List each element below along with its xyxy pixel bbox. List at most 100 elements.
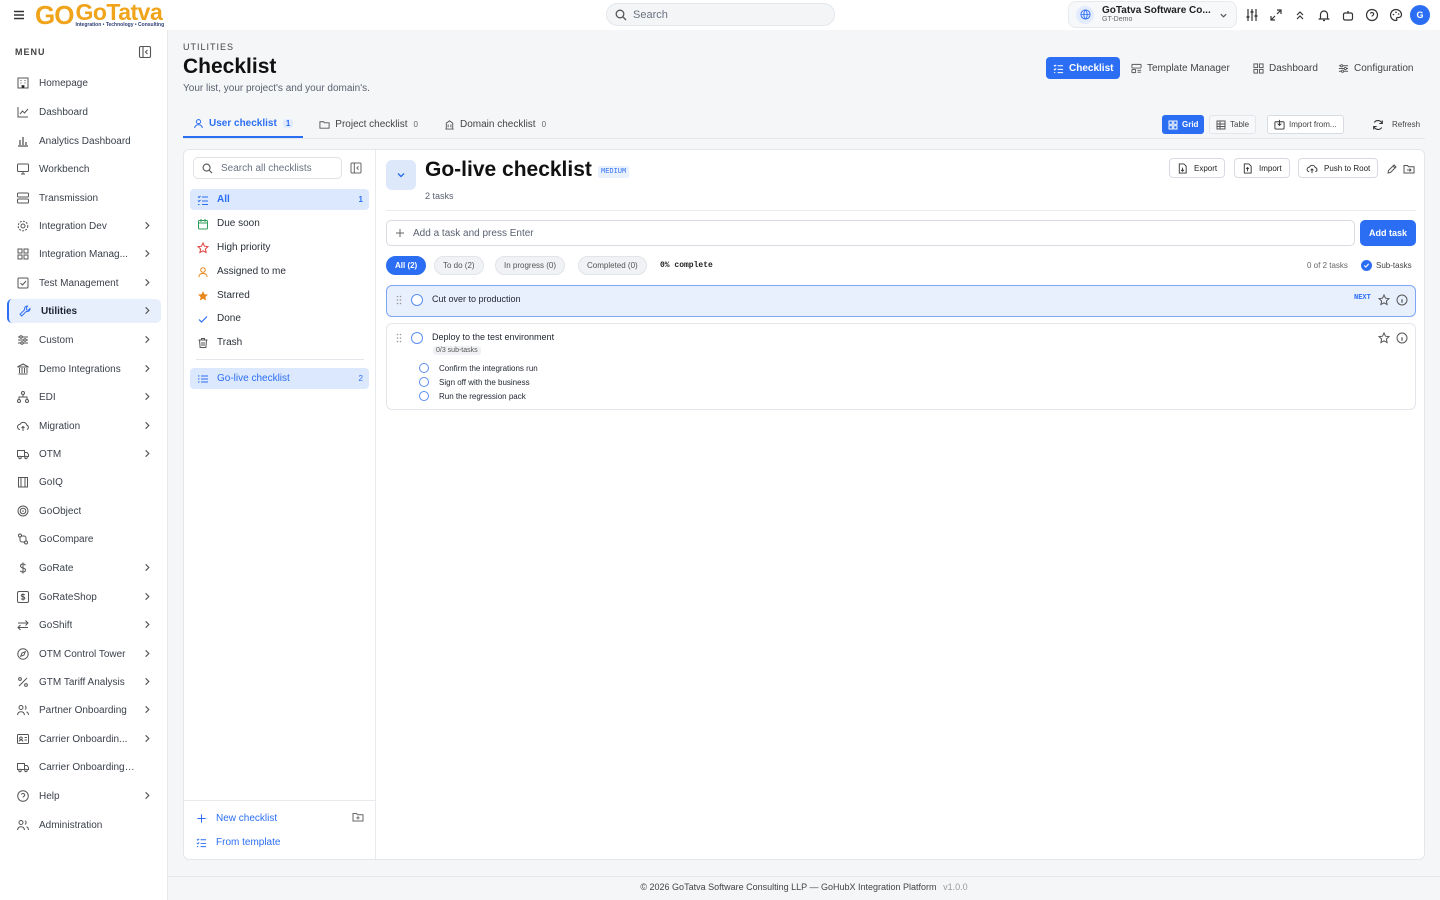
task-checkbox[interactable] <box>411 294 423 306</box>
task-filter-all[interactable]: All (2) <box>386 256 427 275</box>
sidebar-item-goshift[interactable]: GoShift <box>7 613 161 637</box>
subtasks-toggle[interactable]: Sub-tasks <box>1361 260 1412 271</box>
task-row[interactable]: Deploy to the test environment 0/3 sub-t… <box>386 323 1416 410</box>
task-filter-todo[interactable]: To do (2) <box>434 256 484 275</box>
info-icon[interactable] <box>1396 332 1408 344</box>
filter-done[interactable]: Done <box>190 308 369 329</box>
sidebar-item-gorateshop[interactable]: GoRateShop <box>7 585 161 609</box>
filter-high-priority[interactable]: High priority <box>190 237 369 258</box>
sidebar-item-help[interactable]: Help <box>7 784 161 808</box>
task-title[interactable]: Cut over to production <box>432 294 521 304</box>
subtask-checkbox[interactable] <box>419 377 429 387</box>
sidebar-item-goobject[interactable]: GoObject <box>7 499 161 523</box>
subtask-checkbox[interactable] <box>419 363 429 373</box>
subtask-label[interactable]: Sign off with the business <box>439 378 530 387</box>
filter-due-soon[interactable]: Due soon <box>190 213 369 234</box>
push-to-root-label: Push to Root <box>1324 163 1371 173</box>
task-filter-in-progress[interactable]: In progress (0) <box>495 256 566 275</box>
filter-starred[interactable]: Starred <box>190 285 369 306</box>
logo[interactable]: GO GoTatva Integration • Technology • Co… <box>35 0 164 30</box>
sidebar-item-homepage[interactable]: Homepage <box>7 71 161 95</box>
dollar-square-icon <box>15 589 31 605</box>
sliders-icon[interactable] <box>1245 8 1259 22</box>
sidebar-item-gocompare[interactable]: GoCompare <box>7 527 161 551</box>
subtask-label[interactable]: Run the regression pack <box>439 392 526 401</box>
sidebar-item-utilities[interactable]: Utilities <box>7 299 161 323</box>
refresh-button[interactable]: Refresh <box>1366 115 1426 134</box>
help-icon[interactable] <box>1365 8 1379 22</box>
task-row[interactable]: Cut over to production NEXT <box>386 285 1416 317</box>
view-table-button[interactable]: Table <box>1209 115 1257 134</box>
star-icon[interactable] <box>1378 294 1390 306</box>
checklist-item-go-live[interactable]: Go-live checklist 2 <box>190 368 369 389</box>
import-from-button[interactable]: Import from... <box>1267 115 1344 134</box>
palette-icon[interactable] <box>1389 8 1403 22</box>
drag-handle-icon[interactable] <box>396 333 402 343</box>
checklist-search-input[interactable]: Search all checklists <box>193 157 342 179</box>
from-template-button[interactable]: From template <box>196 833 280 851</box>
sidebar-item-carrier-onboarding-po[interactable]: Carrier Onboarding Po... <box>7 755 161 779</box>
filter-assigned-to-me[interactable]: Assigned to me <box>190 261 369 282</box>
new-checklist-button[interactable]: New checklist <box>196 809 277 827</box>
sidebar-item-dashboard[interactable]: Dashboard <box>7 100 161 124</box>
filter-trash[interactable]: Trash <box>190 332 369 353</box>
chevrons-up-icon[interactable] <box>1293 8 1307 22</box>
list-icon <box>197 373 217 385</box>
subtask-label[interactable]: Confirm the integrations run <box>439 364 538 373</box>
import-button[interactable]: Import <box>1234 158 1290 178</box>
sidebar-item-gorate[interactable]: GoRate <box>7 556 161 580</box>
sidebar-item-carrier-onboardin[interactable]: Carrier Onboardin... <box>7 727 161 751</box>
task-title[interactable]: Deploy to the test environment <box>432 332 554 342</box>
sidebar-item-goiq[interactable]: GoIQ <box>7 470 161 494</box>
robot-icon[interactable] <box>1341 8 1355 22</box>
task-checkbox[interactable] <box>411 332 423 344</box>
sidebar-item-gtm-tariff-analysis[interactable]: GTM Tariff Analysis <box>7 670 161 694</box>
export-button[interactable]: Export <box>1169 158 1226 178</box>
sidebar-item-analytics-dashboard[interactable]: Analytics Dashboard <box>7 129 161 153</box>
subtask-checkbox[interactable] <box>419 391 429 401</box>
nav-checklist[interactable]: Checklist <box>1046 57 1121 79</box>
sidebar-item-otm-control-tower[interactable]: OTM Control Tower <box>7 642 161 666</box>
sidebar-item-otm[interactable]: OTM <box>7 442 161 466</box>
view-grid-button[interactable]: Grid <box>1162 115 1205 134</box>
avatar[interactable]: G <box>1410 5 1430 25</box>
sidebar-item-partner-onboarding[interactable]: Partner Onboarding <box>7 698 161 722</box>
tab-domain-checklist[interactable]: Domain checklist 0 <box>434 110 556 138</box>
search-input[interactable]: Search <box>606 3 835 26</box>
sidebar-item-test-management[interactable]: Test Management <box>7 271 161 295</box>
bell-icon[interactable] <box>1317 8 1331 22</box>
drag-handle-icon[interactable] <box>396 295 402 305</box>
task-filter-completed[interactable]: Completed (0) <box>578 256 647 275</box>
sidebar-item-integration-manag[interactable]: Integration Manag... <box>7 242 161 266</box>
info-icon[interactable] <box>1396 294 1408 306</box>
add-task-input[interactable]: Add a task and press Enter <box>386 220 1355 246</box>
sidebar-item-custom[interactable]: Custom <box>7 328 161 352</box>
folder-move-icon[interactable] <box>1403 163 1415 175</box>
new-folder-icon[interactable] <box>352 811 364 823</box>
menu-icon[interactable] <box>12 8 26 22</box>
cloud-upload-icon <box>15 418 31 434</box>
sidebar-item-transmission[interactable]: Transmission <box>7 186 161 210</box>
chevron-right-icon <box>143 705 151 714</box>
sidebar-item-edi[interactable]: EDI <box>7 385 161 409</box>
org-switcher[interactable]: GoTatva Software Co... GT-Demo <box>1068 1 1237 28</box>
tab-user-checklist[interactable]: User checklist 1 <box>183 110 304 138</box>
sidebar-item-workbench[interactable]: Workbench <box>7 157 161 181</box>
filter-all[interactable]: All 1 <box>190 189 369 210</box>
nav-template-manager[interactable]: Template Manager <box>1124 57 1237 79</box>
collapse-sidebar-icon[interactable] <box>138 45 152 59</box>
collapse-checklist-button[interactable] <box>386 160 416 190</box>
pencil-icon[interactable] <box>1386 163 1398 175</box>
nav-dashboard[interactable]: Dashboard <box>1246 57 1325 79</box>
star-icon[interactable] <box>1378 332 1390 344</box>
add-task-button[interactable]: Add task <box>1360 220 1416 246</box>
collapse-panel-icon[interactable] <box>350 162 362 174</box>
sidebar-item-demo-integrations[interactable]: Demo Integrations <box>7 357 161 381</box>
push-to-root-button[interactable]: Push to Root <box>1298 158 1379 178</box>
sidebar-item-integration-dev[interactable]: Integration Dev <box>7 214 161 238</box>
expand-icon[interactable] <box>1269 8 1283 22</box>
sidebar-item-migration[interactable]: Migration <box>7 414 161 438</box>
sidebar-item-administration[interactable]: Administration <box>7 813 161 837</box>
nav-configuration[interactable]: Configuration <box>1331 57 1420 79</box>
tab-project-checklist[interactable]: Project checklist 0 <box>309 110 428 138</box>
